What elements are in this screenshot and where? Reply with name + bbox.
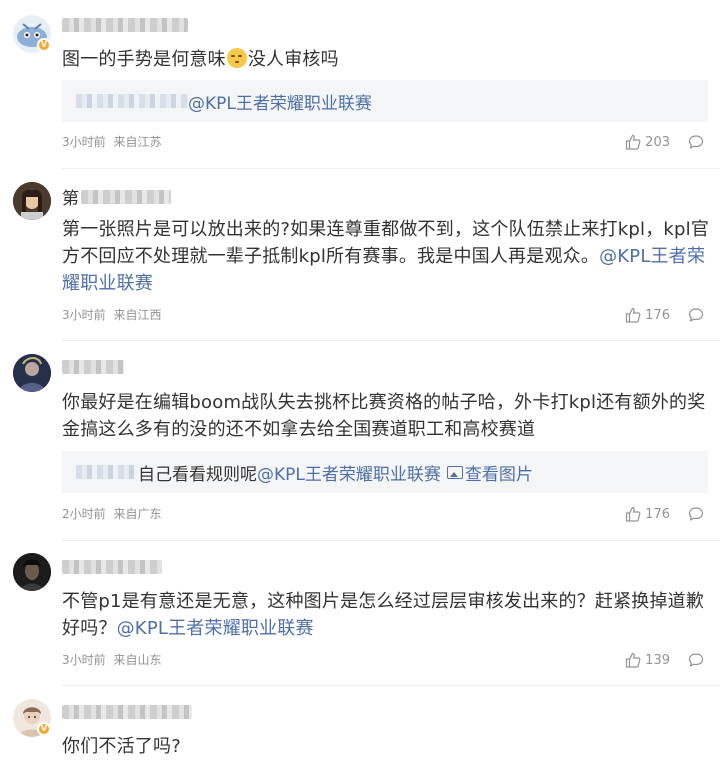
comment-text: 你们不活了吗?: [62, 736, 181, 757]
reply-button[interactable]: [688, 652, 704, 668]
mention-link[interactable]: @KPL王者荣耀职业联赛: [188, 89, 372, 114]
reply-button[interactable]: [688, 134, 704, 150]
reply-box[interactable]: @KPL王者荣耀职业联赛: [62, 80, 708, 122]
comment-icon: [688, 308, 704, 322]
comment-actions: 203: [625, 133, 704, 151]
location: 来自山东: [113, 653, 162, 667]
comment-actions: 176: [625, 505, 704, 523]
comment-text: 不管p1是有意还是无意，这种图片是怎么经过层层审核发出来的？赶紧换掉道歉好吗？@…: [62, 591, 705, 639]
reply-box[interactable]: 自己看看规则呢 @KPL王者荣耀职业联赛 查看图片: [62, 451, 708, 493]
comment-meta: 3小时前 来自江西: [62, 307, 161, 323]
grimace-emoji-icon: [226, 48, 247, 68]
divider: [62, 685, 720, 686]
location: 来自江西: [113, 308, 162, 322]
username[interactable]: [62, 356, 124, 374]
comment-meta: 3小时前 来自江苏: [62, 134, 161, 150]
verified-badge-icon: V: [37, 722, 51, 736]
comment-meta: 2小时前 来自广东: [62, 506, 161, 522]
divider: [62, 340, 720, 341]
reply-username[interactable]: [76, 94, 188, 108]
like-count: 203: [645, 134, 670, 150]
like-icon: [626, 652, 641, 668]
location: 来自江苏: [113, 135, 162, 149]
verified-badge-icon: V: [37, 38, 51, 52]
username[interactable]: [62, 556, 162, 574]
like-count: 176: [645, 506, 670, 522]
picture-icon: [446, 465, 463, 479]
comment-icon: [688, 507, 704, 521]
timestamp: 3小时前: [62, 135, 106, 149]
mention-link[interactable]: @KPL王者荣耀职业联赛: [257, 460, 441, 485]
username[interactable]: 第: [62, 184, 171, 209]
comment-actions: 176: [625, 306, 704, 324]
comment-meta: 3小时前 来自山东: [62, 652, 161, 668]
comment-text: 图一的手势是何意味 没人审核吗: [62, 48, 339, 70]
view-image-link[interactable]: 查看图片: [465, 460, 533, 485]
comment-actions: 139: [625, 651, 704, 669]
avatar[interactable]: [13, 354, 51, 392]
like-icon: [626, 506, 641, 522]
like-icon: [626, 307, 641, 323]
comment-icon: [688, 135, 704, 149]
reply-button[interactable]: [688, 307, 704, 323]
like-count: 139: [645, 652, 670, 668]
like-button[interactable]: 203: [625, 134, 670, 150]
username[interactable]: [62, 14, 188, 32]
like-button[interactable]: 139: [625, 652, 670, 668]
comment-text: 第一张照片是可以放出来的?如果连尊重都做不到，这个队伍禁止来打kpl，kpl官方…: [62, 219, 710, 294]
reply-button[interactable]: [688, 506, 704, 522]
reply-username[interactable]: [76, 465, 138, 479]
mention-link[interactable]: @KPL王者荣耀职业联赛: [117, 618, 314, 639]
timestamp: 2小时前: [62, 507, 106, 521]
username[interactable]: [62, 701, 192, 719]
like-button[interactable]: 176: [625, 307, 670, 323]
avatar[interactable]: [13, 553, 51, 591]
like-icon: [626, 134, 641, 150]
location: 来自广东: [113, 507, 162, 521]
reply-text: 自己看看规则呢: [138, 464, 257, 485]
avatar[interactable]: [13, 182, 51, 220]
timestamp: 3小时前: [62, 308, 106, 322]
comment-icon: [688, 653, 704, 667]
like-count: 176: [645, 307, 670, 323]
timestamp: 3小时前: [62, 653, 106, 667]
like-button[interactable]: 176: [625, 506, 670, 522]
comment-text: 你最好是在编辑boom战队失去挑杯比赛资格的帖子哈，外卡打kpl还有额外的奖金搞…: [62, 392, 706, 440]
divider: [62, 540, 720, 541]
divider: [62, 168, 720, 169]
